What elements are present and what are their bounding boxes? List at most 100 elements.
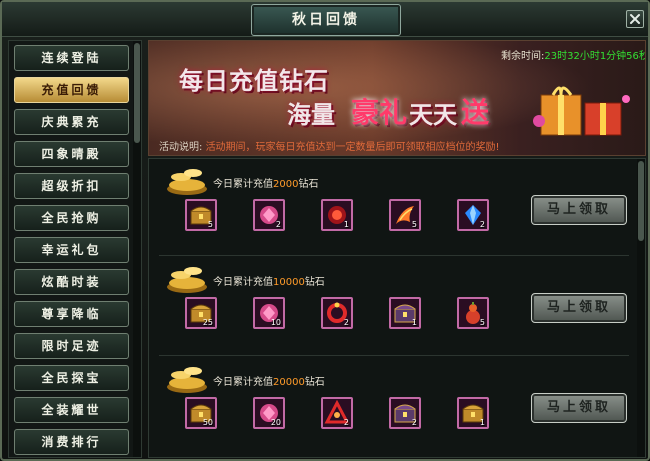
claim-label: 马上领取 xyxy=(546,202,611,217)
sidebar-item-recharge-reward[interactable]: 充值回馈 xyxy=(14,77,129,103)
reward-list: 今日累计充值2000钻石 5 2 1 5 2 马上领取 今日累计充值10000钻… xyxy=(148,158,646,458)
countdown: 剩余时间:23时32小时1分钟56秒 xyxy=(501,47,646,62)
item-count: 50 xyxy=(202,418,213,427)
item-count: 1 xyxy=(411,318,417,327)
banner-subline-d: 送 xyxy=(461,96,490,129)
sidebar-item-label: 炫酷时装 xyxy=(41,275,102,289)
item-count: 1 xyxy=(343,220,349,229)
claim-button[interactable]: 马上领取 xyxy=(531,393,627,423)
sidebar-item-spending-rank[interactable]: 消费排行 xyxy=(14,429,129,455)
banner-subline-b: 豪礼 xyxy=(351,96,408,129)
sidebar-item-celebration-recharge[interactable]: 庆典累充 xyxy=(14,109,129,135)
tier-label-suffix: 钻石 xyxy=(304,277,325,288)
tier-label-prefix: 今日累计充值 xyxy=(213,179,273,190)
claim-button[interactable]: 马上领取 xyxy=(531,195,627,225)
tier-label: 今日累计充值10000钻石 xyxy=(213,273,325,288)
sidebar-item-label: 充值回馈 xyxy=(41,83,102,97)
reward-item-slot[interactable]: 1 xyxy=(457,397,489,429)
sidebar-item-label: 全民探宝 xyxy=(41,371,102,385)
item-count: 5 xyxy=(411,220,417,229)
tier-label-suffix: 钻石 xyxy=(304,377,325,388)
reward-item-slot[interactable]: 2 xyxy=(389,397,421,429)
sidebar-item-fashion[interactable]: 炫酷时装 xyxy=(14,269,129,295)
reward-item-slot[interactable]: 20 xyxy=(253,397,285,429)
item-count: 20 xyxy=(270,418,281,427)
sidebar-item-label: 全装耀世 xyxy=(41,403,102,417)
reward-item-slot[interactable]: 1 xyxy=(321,199,353,231)
sidebar-item-super-discount[interactable]: 超级折扣 xyxy=(14,173,129,199)
claim-label: 马上领取 xyxy=(546,400,611,415)
tier-divider xyxy=(159,255,629,256)
sidebar-scrollbar[interactable] xyxy=(133,41,141,457)
reward-item-slot[interactable]: 25 xyxy=(185,297,217,329)
reward-scrollbar[interactable] xyxy=(637,159,645,457)
tier-label: 今日累计充值20000钻石 xyxy=(213,373,325,388)
item-count: 10 xyxy=(270,318,281,327)
sidebar-item-label: 全民抢购 xyxy=(41,211,102,225)
sidebar-item-vip-arrival[interactable]: 尊享降临 xyxy=(14,301,129,327)
item-count: 25 xyxy=(202,318,213,327)
sidebar-item-four-symbols[interactable]: 四象晴殿 xyxy=(14,141,129,167)
reward-item-slot[interactable]: 50 xyxy=(185,397,217,429)
reward-tier: 今日累计充值20000钻石 50 20 2 2 1 马上领取 xyxy=(155,359,631,451)
tier-label-prefix: 今日累计充值 xyxy=(213,377,273,388)
tier-label: 今日累计充值2000钻石 xyxy=(213,175,318,190)
tier-label-prefix: 今日累计充值 xyxy=(213,277,273,288)
gift-box-icon xyxy=(533,86,630,136)
tier-amount: 2000 xyxy=(273,179,299,190)
close-button[interactable] xyxy=(626,10,644,28)
reward-item-slot[interactable]: 5 xyxy=(185,199,217,231)
gold-coins-icon xyxy=(167,267,207,293)
sidebar-item-full-gear[interactable]: 全装耀世 xyxy=(14,397,129,423)
reward-tier: 今日累计充值2000钻石 5 2 1 5 2 马上领取 xyxy=(155,161,631,253)
close-icon xyxy=(630,14,640,24)
tier-amount: 10000 xyxy=(273,277,305,288)
reward-item-slot[interactable]: 10 xyxy=(253,297,285,329)
claim-label: 马上领取 xyxy=(546,300,611,315)
reward-scroll-thumb[interactable] xyxy=(638,161,644,241)
title-plate: 秋日回馈 xyxy=(251,4,401,36)
gold-coins-icon xyxy=(167,367,207,393)
sidebar-item-treasure-hunt[interactable]: 全民探宝 xyxy=(14,365,129,391)
reward-tier: 今日累计充值10000钻石 25 10 2 1 5 马上领取 xyxy=(155,259,631,351)
sidebar-item-label: 超级折扣 xyxy=(41,179,102,193)
item-count: 2 xyxy=(343,318,349,327)
sidebar: 连续登陆 充值回馈 庆典累充 四象晴殿 超级折扣 全民抢购 幸运礼包 炫酷时装 … xyxy=(8,40,142,458)
sidebar-item-limited-footprint[interactable]: 限时足迹 xyxy=(14,333,129,359)
window-title: 秋日回馈 xyxy=(292,12,360,28)
banner-subline-a: 海量 xyxy=(287,100,335,129)
reward-item-slot[interactable]: 2 xyxy=(457,199,489,231)
reward-item-slot[interactable]: 1 xyxy=(389,297,421,329)
sidebar-item-lucky-pack[interactable]: 幸运礼包 xyxy=(14,237,129,263)
item-count: 2 xyxy=(275,220,281,229)
banner-headline: 每日充值钻石 xyxy=(179,66,329,95)
claim-button[interactable]: 马上领取 xyxy=(531,293,627,323)
sidebar-item-label: 尊享降临 xyxy=(41,307,102,321)
tier-label-suffix: 钻石 xyxy=(298,179,319,190)
event-banner: 剩余时间:23时32小时1分钟56秒 每日充值钻石 海量 豪礼 天天 送 活动说… xyxy=(148,40,646,156)
title-bar[interactable]: 秋日回馈 xyxy=(2,2,648,37)
reward-item-slot[interactable]: 5 xyxy=(389,199,421,231)
tier-amount: 20000 xyxy=(273,377,305,388)
description-text: 活动期间，玩家每日充值达到一定数量后即可领取相应档位的奖励! xyxy=(205,142,500,153)
sidebar-scroll-thumb[interactable] xyxy=(134,43,140,143)
description-label: 活动说明: xyxy=(159,142,203,153)
item-count: 1 xyxy=(479,418,485,427)
sidebar-item-label: 四象晴殿 xyxy=(41,147,102,161)
reward-item-slot[interactable]: 5 xyxy=(457,297,489,329)
sidebar-item-flash-sale[interactable]: 全民抢购 xyxy=(14,205,129,231)
reward-window: 秋日回馈 连续登陆 充值回馈 庆典累充 四象晴殿 超级折扣 全民抢购 幸运礼包 … xyxy=(0,0,650,461)
sidebar-item-login[interactable]: 连续登陆 xyxy=(14,45,129,71)
reward-item-slot[interactable]: 2 xyxy=(253,199,285,231)
sidebar-item-label: 限时足迹 xyxy=(41,339,102,353)
countdown-value: 23时32小时1分钟56秒 xyxy=(544,51,646,62)
sidebar-item-label: 幸运礼包 xyxy=(41,243,102,257)
event-description: 活动说明: 活动期间，玩家每日充值达到一定数量后即可领取相应档位的奖励! xyxy=(159,138,500,153)
reward-item-slot[interactable]: 2 xyxy=(321,297,353,329)
gold-coins-icon xyxy=(167,169,207,195)
sidebar-item-label: 消费排行 xyxy=(41,435,102,449)
reward-item-slot[interactable]: 2 xyxy=(321,397,353,429)
item-count: 2 xyxy=(343,418,349,427)
item-count: 2 xyxy=(411,418,417,427)
item-count: 2 xyxy=(479,220,485,229)
